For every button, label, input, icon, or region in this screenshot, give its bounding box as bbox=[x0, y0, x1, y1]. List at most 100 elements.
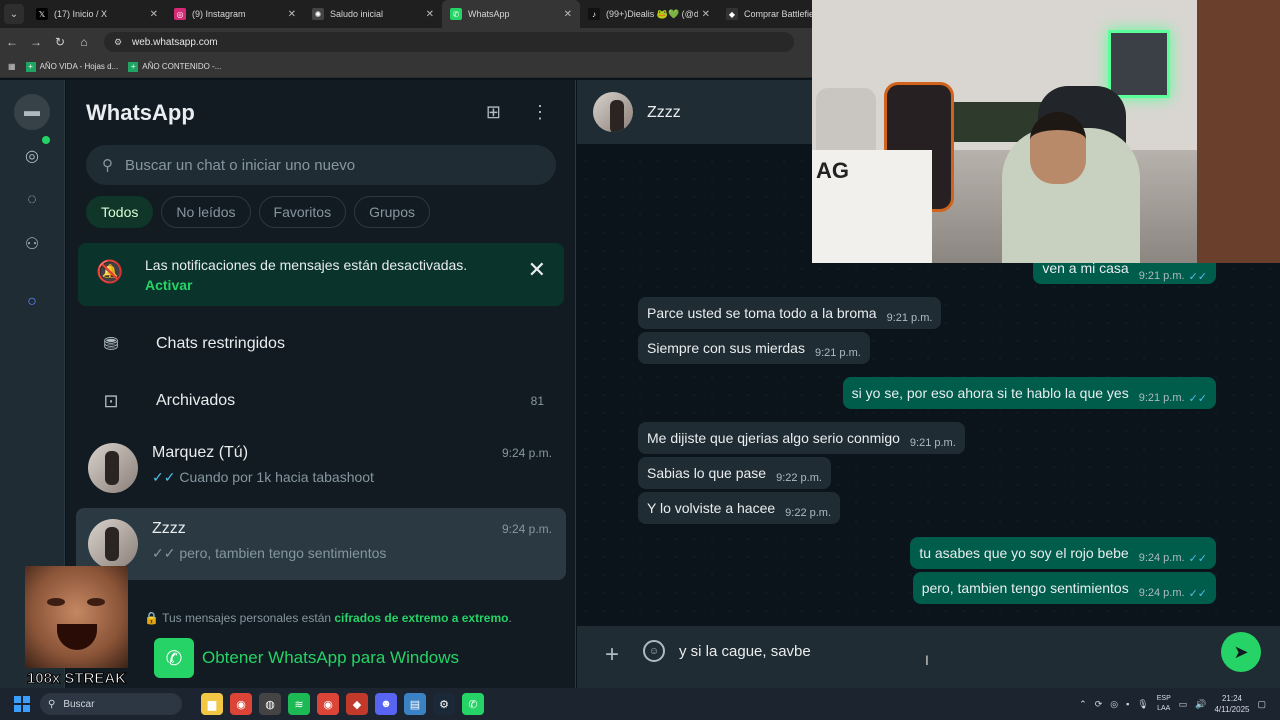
sticker-icon[interactable]: ☺ bbox=[643, 640, 665, 662]
encryption-notice: 🔒 Tus mensajes personales están cifrados… bbox=[144, 611, 512, 625]
filter-favoritos[interactable]: Favoritos bbox=[258, 196, 347, 228]
discord-icon[interactable]: ☻ bbox=[375, 693, 397, 715]
new-chat-icon[interactable]: ⊞ bbox=[486, 102, 501, 123]
clock-time: 21:24 bbox=[1221, 694, 1242, 703]
streamlabs-icon[interactable]: ◆ bbox=[346, 693, 368, 715]
bookmark-ano-vida[interactable]: + AÑO VIDA - Hojas d... bbox=[25, 61, 118, 72]
archived-count: 81 bbox=[530, 394, 544, 408]
message-text: Me dijiste que qjerias algo serio conmig… bbox=[647, 430, 900, 446]
chat-list-panel: WhatsApp ⊞ ⋮ ⚲ Buscar un chat o iniciar … bbox=[66, 80, 576, 688]
language-indicator[interactable]: ESP LAA bbox=[1157, 694, 1171, 714]
message-text: Y lo volviste a hacee bbox=[647, 500, 776, 516]
system-tray: ⌃ ⟳ ◎ ▪ 🎙 ESP LAA ▭ 🔊 21:24 4/11/2025 ▢ bbox=[1079, 688, 1266, 720]
chrome-icon[interactable]: ◉ bbox=[230, 693, 252, 715]
encryption-link[interactable]: cifrados de extremo a extremo bbox=[334, 611, 508, 625]
chat-item-marquez[interactable]: Marquez (Tú) 9:24 p.m. ✓✓ Cuando por 1k … bbox=[76, 432, 566, 504]
file-explorer-icon[interactable]: ▆ bbox=[201, 693, 223, 715]
close-icon[interactable]: ✕ bbox=[528, 257, 546, 283]
notifications-icon[interactable]: ▢ bbox=[1257, 699, 1266, 710]
tray-app-icon[interactable]: ◎ bbox=[1110, 699, 1118, 710]
chatgpt-icon: ✺ bbox=[312, 8, 324, 20]
archived-row[interactable]: ⊡ Archivados 81 bbox=[66, 373, 576, 429]
windows-taskbar: ⚲ Buscar ▆ ◉ ◍ ≋ ◉ ◆ ☻ ▤ ⚙ ✆ ⌃ ⟳ ◎ ▪ 🎙 ESP LAA ▭ 🔊 … bbox=[0, 688, 1280, 720]
restricted-chats-row[interactable]: ⛃ Chats restringidos bbox=[66, 316, 576, 372]
lock-chat-icon: ⛃ bbox=[103, 333, 119, 354]
obs-icon[interactable]: ◍ bbox=[259, 693, 281, 715]
communities-icon[interactable]: ⚇ bbox=[14, 226, 50, 262]
filter-no-leidos[interactable]: No leídos bbox=[161, 196, 251, 228]
get-whatsapp-windows-button[interactable]: ✆ Obtener WhatsApp para Windows bbox=[154, 637, 459, 679]
chats-icon[interactable]: ▬ bbox=[14, 94, 50, 130]
message-time: 9:21 p.m. bbox=[886, 312, 933, 324]
tab-close-icon[interactable]: ✕ bbox=[150, 9, 158, 20]
contact-avatar[interactable] bbox=[593, 92, 633, 132]
mic-icon[interactable]: 🎙 bbox=[1137, 699, 1148, 710]
restricted-label: Chats restringidos bbox=[156, 335, 285, 352]
chevron-up-icon[interactable]: ⌃ bbox=[1079, 699, 1087, 710]
incoming-message[interactable]: Me dijiste que qjerias algo serio conmig… bbox=[638, 422, 965, 454]
chat-item-zzzz[interactable]: Zzzz 9:24 p.m. ✓✓ pero, tambien tengo se… bbox=[76, 508, 566, 580]
chat-preview: pero, tambien tengo sentimientos bbox=[179, 545, 387, 561]
browser-tab[interactable]: ✆ WhatsApp ✕ bbox=[442, 0, 580, 28]
notice-text: Las notificaciones de mensajes están des… bbox=[145, 257, 468, 273]
steam-icon[interactable]: ⚙ bbox=[433, 693, 455, 715]
chat-preview: Cuando por 1k hacia tabashoot bbox=[179, 469, 374, 485]
filter-todos[interactable]: Todos bbox=[86, 196, 154, 228]
message-time: 9:21 p.m. bbox=[909, 437, 956, 449]
outgoing-message[interactable]: pero, tambien tengo sentimientos 9:24 p.m… bbox=[912, 572, 1216, 604]
channels-icon[interactable]: ◌ bbox=[14, 182, 50, 218]
message-time: 9:21 p.m. bbox=[1138, 392, 1185, 404]
contact-name: Zzzz bbox=[647, 104, 681, 121]
webcam-overlay: AG bbox=[812, 0, 1280, 263]
url-field[interactable]: ⚙ web.whatsapp.com bbox=[104, 32, 794, 52]
display-icon[interactable]: ▭ bbox=[1179, 699, 1188, 710]
chrome-profile-icon[interactable]: ◉ bbox=[317, 693, 339, 715]
browser-tab[interactable]: ◎ (9) Instagram ✕ bbox=[166, 0, 304, 28]
read-ticks-icon: ✓✓ bbox=[1188, 552, 1207, 565]
notepad-icon[interactable]: ▤ bbox=[404, 693, 426, 715]
attach-icon[interactable]: + bbox=[605, 641, 619, 669]
clock[interactable]: 21:24 4/11/2025 bbox=[1214, 693, 1249, 715]
bookmark-ano-contenido[interactable]: + AÑO CONTENIDO -... bbox=[128, 61, 221, 72]
nvidia-icon[interactable]: ▪ bbox=[1126, 699, 1129, 709]
tab-title: (99+)Diealis 🐸💚 (@die bbox=[606, 8, 698, 19]
outgoing-message[interactable]: si yo se, por eso ahora si te hablo la q… bbox=[842, 377, 1216, 409]
menu-icon[interactable]: ⋮ bbox=[531, 102, 549, 123]
sync-icon[interactable]: ⟳ bbox=[1095, 699, 1103, 710]
reload-icon[interactable]: ↻ bbox=[48, 35, 72, 49]
streak-meme-image bbox=[25, 566, 128, 668]
taskbar-search[interactable]: ⚲ Buscar bbox=[40, 693, 182, 715]
search-input[interactable]: ⚲ Buscar un chat o iniciar uno nuevo bbox=[86, 145, 556, 185]
activate-link[interactable]: Activar bbox=[145, 277, 192, 293]
send-icon[interactable]: ➤ bbox=[1221, 632, 1261, 672]
filter-grupos[interactable]: Grupos bbox=[354, 196, 431, 228]
forward-icon[interactable]: → bbox=[24, 35, 48, 49]
incoming-message[interactable]: Siempre con sus mierdas 9:21 p.m. bbox=[638, 332, 870, 364]
whatsapp-app-icon[interactable]: ✆ bbox=[462, 693, 484, 715]
outgoing-message[interactable]: tu asabes que yo soy el rojo bebe 9:24 p.… bbox=[910, 537, 1216, 569]
incoming-message[interactable]: Parce usted se toma todo a la broma 9:21 … bbox=[638, 297, 942, 329]
meta-ai-icon[interactable]: ○ bbox=[14, 284, 50, 320]
filter-chips: Todos No leídos Favoritos Grupos bbox=[86, 196, 431, 228]
home-icon[interactable]: ⌂ bbox=[72, 35, 96, 49]
incoming-message[interactable]: Y lo volviste a hacee 9:22 p.m. bbox=[638, 492, 841, 524]
read-ticks-icon: ✓✓ bbox=[1188, 271, 1207, 283]
tab-close-icon[interactable]: ✕ bbox=[426, 9, 434, 20]
browser-tab[interactable]: ✺ Saludo inicial ✕ bbox=[304, 0, 442, 28]
browser-tab[interactable]: ♪ (99+)Diealis 🐸💚 (@die ✕ bbox=[580, 0, 718, 28]
tab-close-icon[interactable]: ✕ bbox=[702, 9, 710, 20]
apps-grid-icon[interactable]: ▦ bbox=[8, 62, 16, 71]
browser-tab[interactable]: 𝕏 (17) Inicio / X ✕ bbox=[28, 0, 166, 28]
message-time: 9:22 p.m. bbox=[785, 507, 832, 519]
tab-close-icon[interactable]: ✕ bbox=[564, 9, 572, 20]
spotify-icon[interactable]: ≋ bbox=[288, 693, 310, 715]
back-icon[interactable]: ← bbox=[0, 35, 24, 49]
tab-search-dropdown[interactable]: ⌄ bbox=[4, 4, 24, 24]
site-settings-icon[interactable]: ⚙ bbox=[114, 37, 124, 47]
tab-close-icon[interactable]: ✕ bbox=[288, 9, 296, 20]
streak-overlay: 108x STREAK bbox=[25, 566, 128, 688]
message-input[interactable]: y si la cague, savbe bbox=[679, 643, 811, 660]
incoming-message[interactable]: Sabias lo que pase 9:22 p.m. bbox=[638, 457, 831, 489]
volume-icon[interactable]: 🔊 bbox=[1195, 699, 1206, 710]
start-icon[interactable] bbox=[14, 696, 30, 712]
